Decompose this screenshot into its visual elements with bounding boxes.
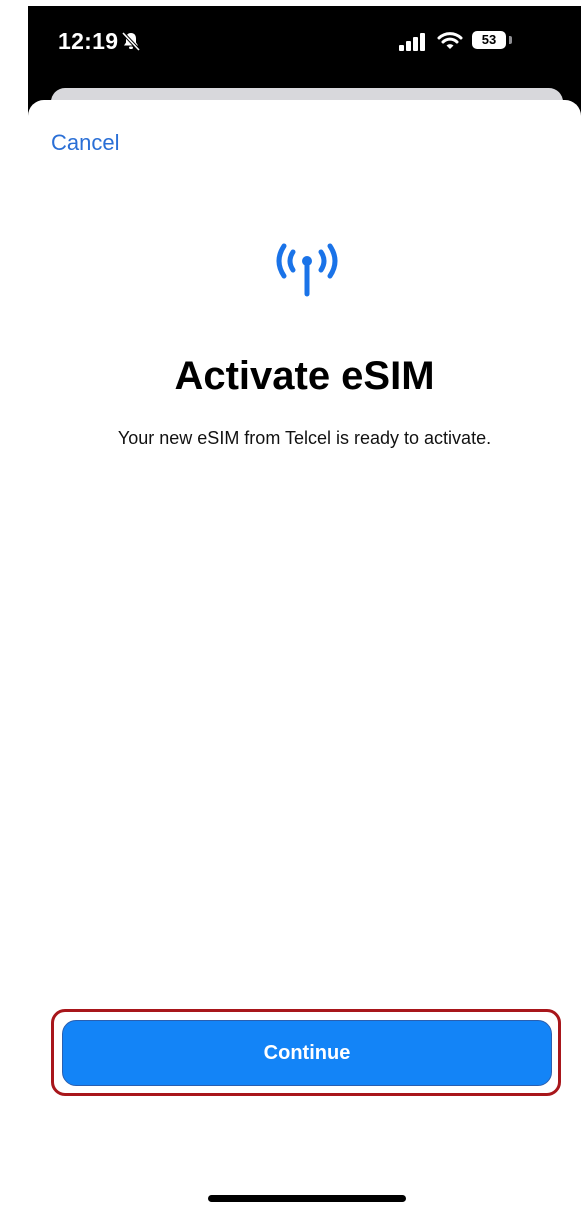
antenna-icon bbox=[276, 243, 338, 297]
continue-button[interactable]: Continue bbox=[62, 1020, 552, 1086]
status-time: 12:19 bbox=[58, 28, 119, 54]
bell-slash-icon bbox=[121, 31, 141, 52]
home-indicator bbox=[208, 1195, 406, 1202]
battery-icon: 53 bbox=[472, 31, 506, 49]
wifi-icon bbox=[437, 32, 463, 49]
page-title: Activate eSIM bbox=[174, 354, 435, 398]
page-subtitle: Your new eSIM from Telcel is ready to ac… bbox=[117, 428, 492, 448]
cellular-signal-icon bbox=[399, 33, 425, 51]
cancel-button[interactable]: Cancel bbox=[51, 130, 119, 156]
battery-tip bbox=[509, 36, 512, 44]
battery-level: 53 bbox=[481, 32, 497, 47]
esim-activation-screen: 12:19 53 Cancel Activate eSIM Your new e… bbox=[0, 0, 581, 1212]
